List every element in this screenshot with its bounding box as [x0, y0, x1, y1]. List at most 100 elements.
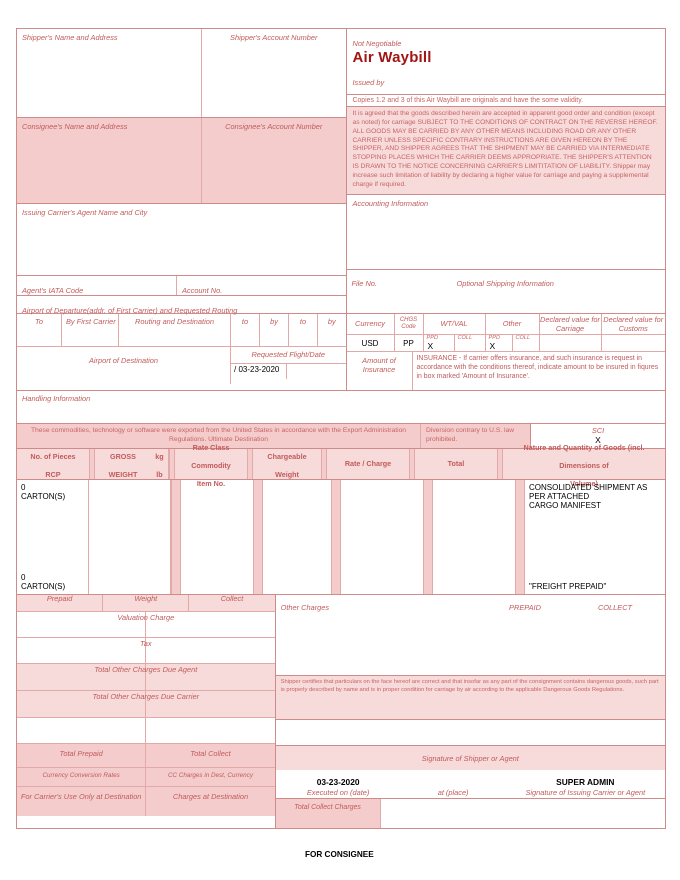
goods-table-header: No. of Pieces RCP GROSS WEIGHT kg lb Rate C… [17, 443, 665, 488]
total-collect-charges-label: Total Collect Charges [294, 804, 361, 811]
declared-carriage-cell[interactable]: Declared value for Carriage [540, 314, 602, 334]
total-collect-charges-value-cell[interactable] [381, 799, 665, 828]
nature-goods-line1: CONSOLIDATED SHIPMENT AS PER ATTACHED [529, 483, 648, 501]
cell-total[interactable] [433, 480, 515, 594]
routing-col-by2[interactable]: by [260, 314, 289, 346]
file-no-field[interactable]: File No. [347, 270, 452, 288]
left-column: Shipper's Name and Address Shipper's Acc… [17, 29, 347, 315]
weight-label: Weight [134, 594, 158, 603]
consignee-account-field[interactable]: Consignee's Account Number [202, 118, 346, 203]
executed-on-label: Executed on (date) [306, 787, 370, 797]
routing-left: To By First Carrier Routing and Destinat… [17, 314, 347, 390]
weight-charge-cell[interactable]: Weight [103, 594, 190, 611]
right-column: Not Negotiable Air Waybill Issued by Cop… [346, 29, 666, 313]
cell-pieces[interactable]: 0 CARTON(S) 0 CARTON(S) [17, 480, 89, 594]
issued-by-field[interactable]: Issued by [347, 70, 666, 94]
collect-blank-cell[interactable] [146, 718, 274, 743]
total-prepaid-label: Total Prepaid [59, 749, 103, 758]
shipper-name-field[interactable]: Shipper's Name and Address [17, 29, 202, 117]
chgs-code-value-cell[interactable]: PP [395, 335, 424, 351]
amount-insurance-field[interactable]: Amount of Insurance [347, 352, 413, 390]
requested-flight-date-field[interactable]: Requested Flight/Date / 03-23-2020 [231, 347, 346, 384]
currency-label: Currency [355, 319, 385, 329]
airport-destination-field[interactable]: Airport of Destination [17, 347, 231, 384]
shipper-account-field[interactable]: Shipper's Account Number [202, 29, 346, 117]
agent-iata-label: Agent's IATA Code [22, 286, 84, 295]
routing-col-by3[interactable]: by [318, 314, 346, 346]
wtval-coll-cell[interactable]: COLL [455, 335, 486, 351]
body-sep-1 [89, 480, 97, 594]
awb-form: Shipper's Name and Address Shipper's Acc… [16, 28, 666, 829]
routing-col-to1[interactable]: To [17, 314, 62, 346]
prepaid-blank-cell[interactable] [17, 718, 147, 743]
declared-customs-label: Declared value for Customs [603, 314, 664, 333]
collect-weight-cell[interactable]: Collect [189, 594, 274, 611]
other-coll-cell[interactable]: COLL [513, 335, 540, 351]
executed-date-value: 03-23-2020 [316, 777, 360, 787]
other-charges-body[interactable] [276, 611, 665, 675]
charges-left: Prepaid Weight Collect Valuation Charge … [17, 594, 276, 828]
accounting-information-field[interactable]: Accounting Information [346, 193, 665, 269]
cc-charges-cell[interactable]: CC Charges in Dest, Currency [146, 768, 274, 786]
routing-columns-row: To By First Carrier Routing and Destinat… [17, 314, 346, 346]
cell-chargeable-weight[interactable] [263, 480, 331, 594]
chgs-code-label: CHGS Code [399, 316, 418, 331]
currency-value-cell[interactable]: USD [347, 335, 395, 351]
col-chargeable-l2: Weight [275, 470, 299, 479]
agent-account-field[interactable]: Account No. [177, 276, 346, 295]
consignee-name-field[interactable]: Consignee's Name and Address [17, 118, 202, 203]
not-negotiable-label: Not Negotiable [347, 29, 666, 48]
charges-blank-row [17, 718, 275, 744]
cell-gross-weight[interactable] [97, 480, 153, 594]
currency-conversion-cell[interactable]: Currency Conversion Rates [17, 768, 147, 786]
agent-iata-field[interactable]: Agent's IATA Code [17, 276, 177, 295]
pieces-bottom-value: 0 [21, 573, 26, 582]
routing-col-by-first-carrier[interactable]: By First Carrier [62, 314, 119, 346]
copies-note: Copies 1.2 and 3 of this Air Waybill are… [346, 94, 665, 107]
cell-kg-lb[interactable] [153, 480, 171, 594]
cell-nature-goods[interactable]: CONSOLIDATED SHIPMENT AS PER ATTACHED CA… [525, 480, 665, 594]
total-prepaid-cell[interactable]: Total Prepaid [17, 744, 147, 767]
total-collect-cell[interactable]: Total Collect [146, 744, 274, 767]
col-rate-class: Rate Class Commodity Item No. [175, 443, 247, 488]
carrier-use-cell[interactable]: For Carrier's Use Only at Destination [17, 787, 147, 816]
optional-shipping-field[interactable]: Optional Shipping Information [452, 270, 666, 288]
declared-customs-cell[interactable]: Declared value for Customs [602, 314, 666, 334]
charges-right: Other Charges PREPAID COLLECT Shipper ce… [275, 595, 665, 828]
file-no-row: File No. Optional Shipping Information [346, 268, 666, 288]
page-title: Air Waybill [352, 49, 432, 66]
wtval-cell[interactable]: WT/VAL [424, 314, 486, 334]
currency-cell[interactable]: Currency [347, 314, 395, 334]
handling-information-field[interactable]: Handling Information [17, 390, 665, 423]
chgs-code-value: PP [403, 338, 414, 348]
charges-at-destination-label: Charges at Destination [172, 792, 249, 801]
declared-carriage-value-cell[interactable] [540, 335, 602, 351]
other-label: Other [502, 319, 522, 329]
other-ppd-cell[interactable]: PPD X [486, 335, 513, 351]
prepaid-weight-cell[interactable]: Prepaid [17, 594, 104, 611]
declared-carriage-label: Declared value for Carriage [540, 314, 600, 333]
shipper-signature-area[interactable] [275, 719, 665, 745]
amount-insurance-label: Amount of Insurance [362, 356, 396, 375]
routing-col-to2[interactable]: to [231, 314, 260, 346]
routing-col-destination[interactable]: Routing and Destination [119, 314, 231, 346]
other-cell[interactable]: Other [486, 314, 540, 334]
wtval-ppd-cell[interactable]: PPD X [424, 335, 455, 351]
charges-at-destination-cell[interactable]: Charges at Destination [146, 787, 274, 816]
agent-name-city-field[interactable]: Issuing Carrier's Agent Name and City [17, 203, 346, 275]
insurance-note: INSURANCE - If carrier offers insurance,… [416, 355, 659, 380]
sci-label: SCI [591, 426, 605, 435]
routing-col-to3[interactable]: to [289, 314, 318, 346]
col-total: Total [415, 449, 497, 479]
charges-header-labels: Currency CHGS Code WT/VAL Other Declared… [347, 314, 666, 334]
cell-rate-charge[interactable] [341, 480, 423, 594]
goods-table-row: 0 CARTON(S) 0 CARTON(S) CONSOLIDATED SHI… [17, 479, 665, 594]
other-charges-header: Other Charges PREPAID COLLECT [276, 595, 665, 612]
shipper-signature-label-row: Signature of Shipper or Agent [275, 745, 665, 770]
total-collect-charges-cell[interactable]: Total Collect Charges [275, 799, 381, 828]
col-rate-label: Rate / Charge [344, 458, 392, 468]
declared-customs-value-cell[interactable] [602, 335, 666, 351]
charges-header-values: USD PP PPD X COLL PPD X COLL [346, 334, 666, 351]
cell-rate-class[interactable] [181, 480, 253, 594]
chgs-code-cell[interactable]: CHGS Code [395, 314, 424, 334]
